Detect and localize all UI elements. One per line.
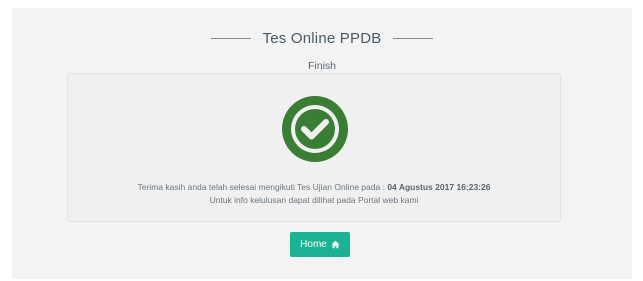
- graduation-info-message: Untuk info kelulusan dapat dilihat pada …: [209, 195, 419, 205]
- completion-message: Terima kasih anda telah selesai mengikut…: [68, 182, 560, 192]
- home-button[interactable]: Home: [290, 232, 350, 257]
- completion-message-text: Terima kasih anda telah selesai mengikut…: [137, 182, 388, 192]
- completion-datetime: 04 Agustus 2017 16:23:26: [387, 182, 491, 192]
- page-container: Tes Online PPDB Finish Terima kasih anda…: [12, 8, 632, 279]
- finish-card: Terima kasih anda telah selesai mengikut…: [67, 73, 561, 222]
- title-divider-left: [210, 37, 251, 39]
- page-subtitle: Finish: [307, 60, 336, 72]
- title-divider-right: [393, 37, 434, 39]
- home-icon: [331, 240, 340, 249]
- page-title-row: Tes Online PPDB: [12, 28, 632, 48]
- page-title: Tes Online PPDB: [262, 29, 382, 47]
- home-button-label: Home: [300, 239, 327, 250]
- check-circle-icon: [280, 94, 350, 164]
